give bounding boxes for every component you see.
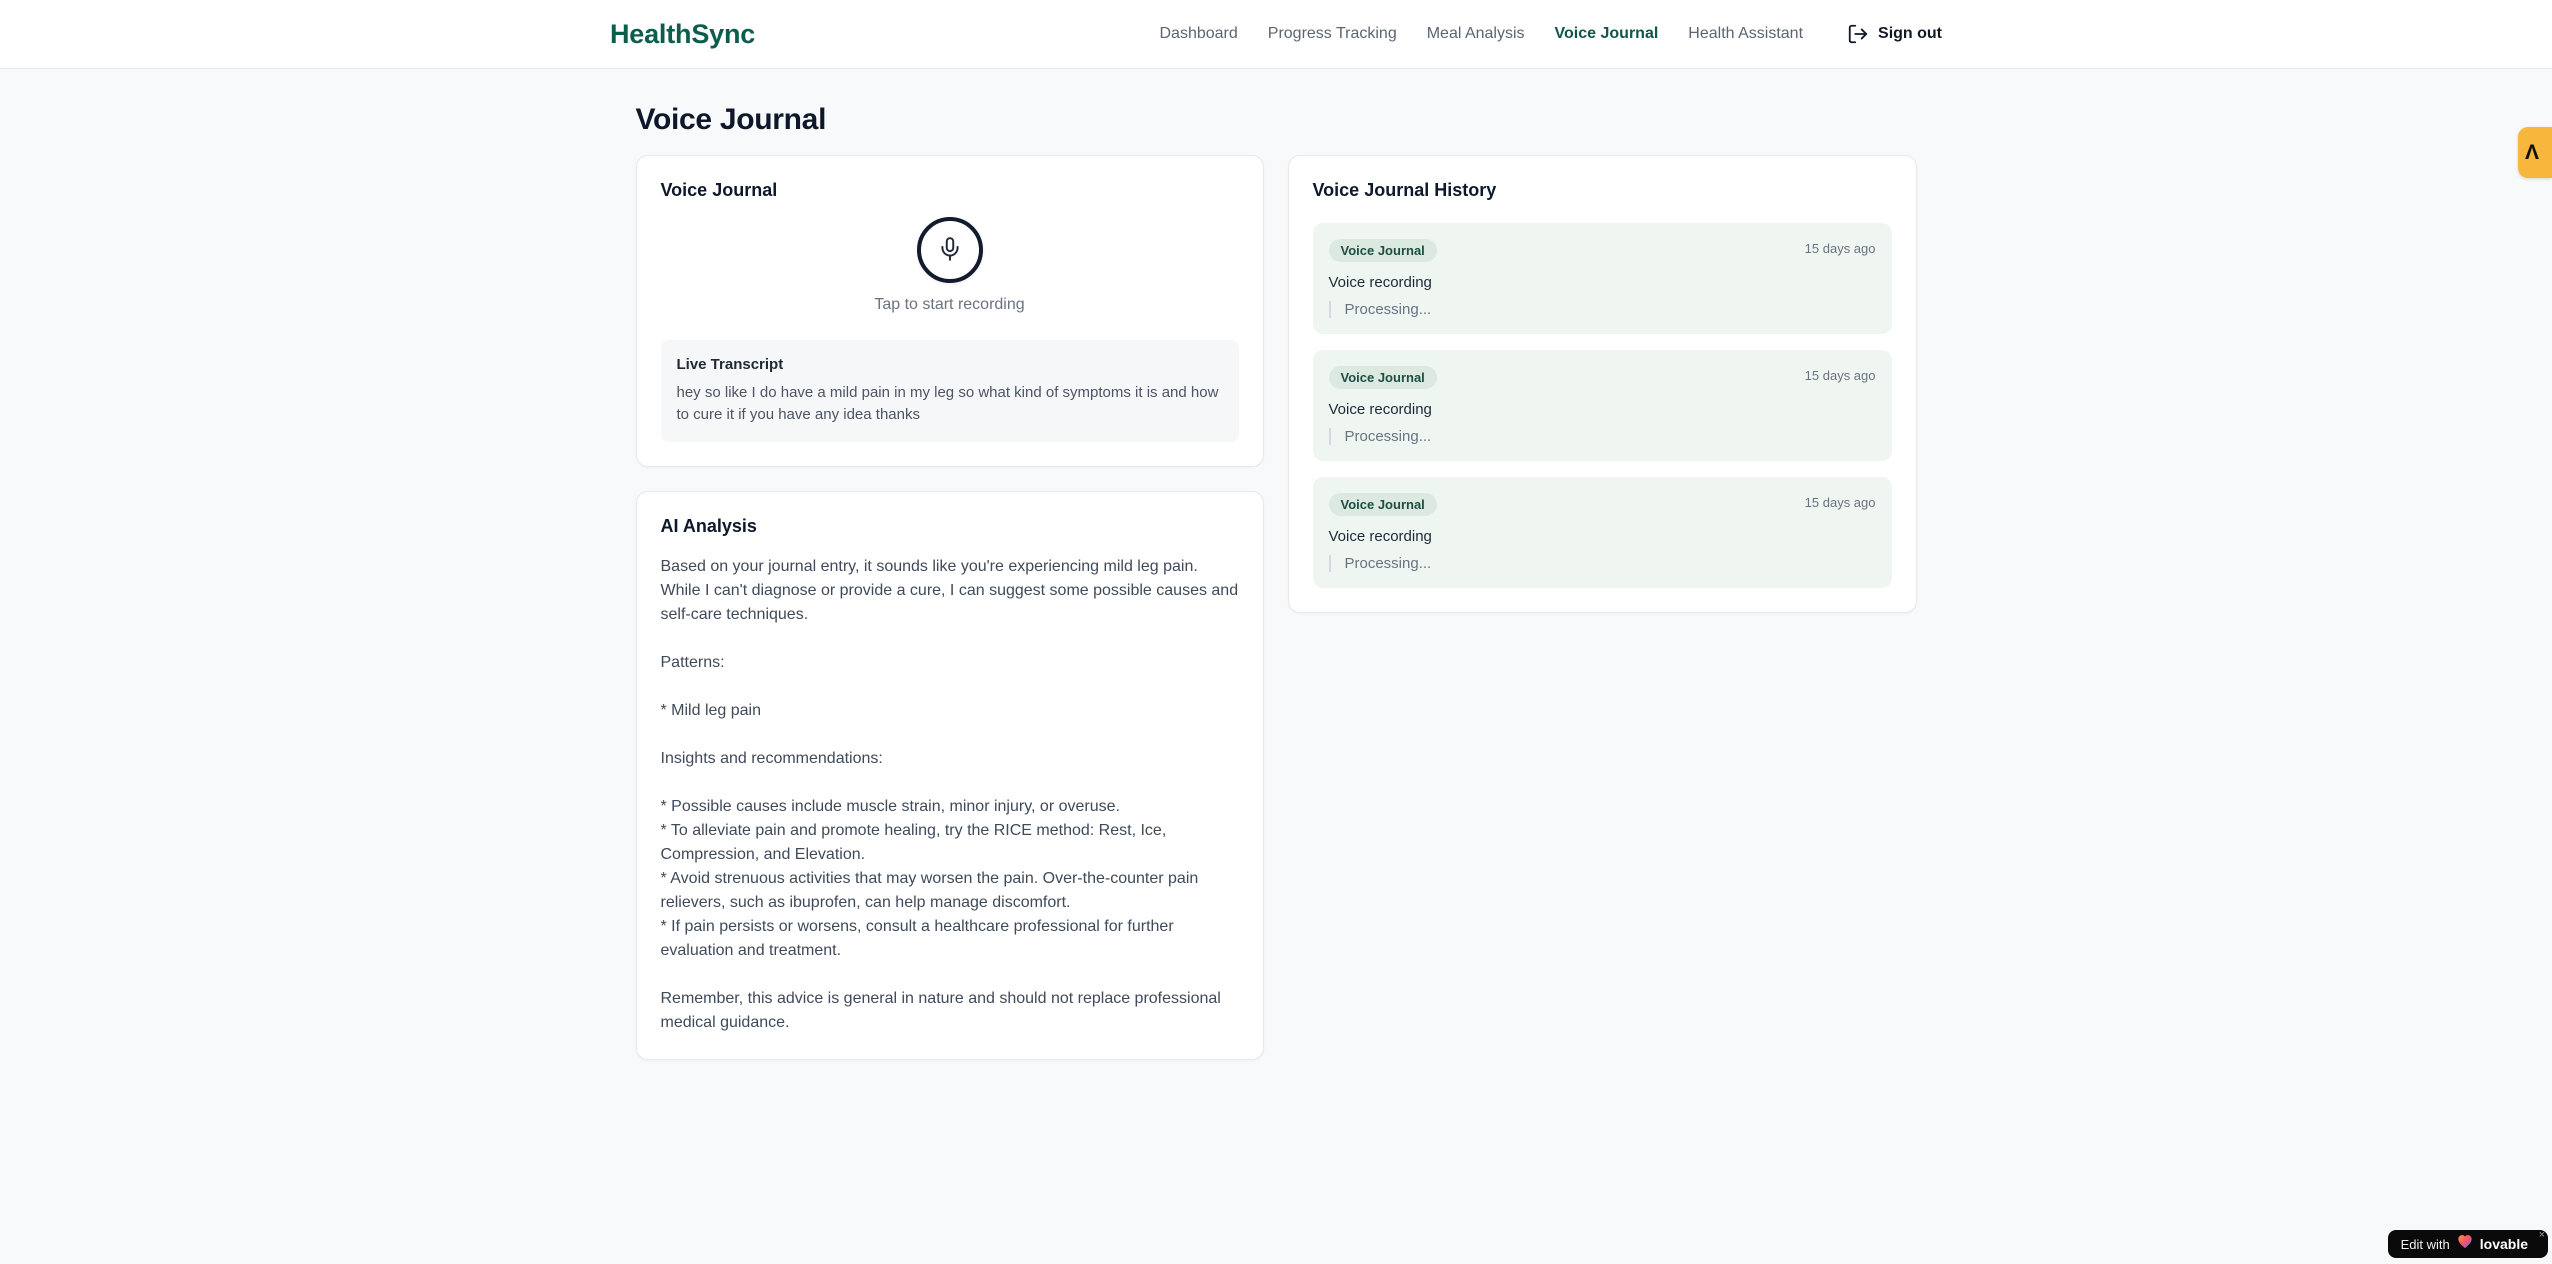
app-logo[interactable]: HealthSync [610, 19, 755, 50]
entry-title: Voice recording [1328, 274, 1432, 291]
entry-status: Processing... [1328, 555, 1876, 572]
lovable-side-badge[interactable]: Λ [2518, 127, 2552, 178]
ai-analysis-card: AI Analysis Based on your journal entry,… [635, 491, 1264, 1060]
close-icon[interactable]: × [2539, 1229, 2545, 1241]
history-card-title: Voice Journal History [1312, 180, 1497, 200]
entry-title: Voice recording [1328, 401, 1432, 418]
sign-out-label: Sign out [1878, 25, 1942, 42]
lovable-heart-icon [2457, 1234, 2473, 1254]
history-entry[interactable]: Voice Journal 15 days ago Voice recordin… [1312, 223, 1892, 334]
live-transcript-text: hey so like I do have a mild pain in my … [676, 384, 1219, 423]
left-column: Voice Journal Tap to start recording Liv… [635, 155, 1264, 1060]
top-nav-bar: HealthSync Dashboard Progress Tracking M… [0, 0, 2552, 69]
history-entry[interactable]: Voice Journal 15 days ago Voice recordin… [1312, 350, 1892, 461]
lovable-wordmark: lovable [2479, 1236, 2528, 1252]
edit-with-lovable-badge[interactable]: Edit with lovable × [2387, 1229, 2548, 1258]
tap-to-record-hint: Tap to start recording [874, 296, 1025, 313]
history-list: Voice Journal 15 days ago Voice recordin… [1312, 223, 1892, 588]
record-button[interactable] [916, 217, 983, 283]
ai-analysis-title: AI Analysis [660, 516, 757, 536]
entry-timestamp: 15 days ago [1804, 495, 1876, 510]
nav-item-dashboard[interactable]: Dashboard [1160, 25, 1238, 43]
voice-recorder-card: Voice Journal Tap to start recording Liv… [635, 155, 1264, 467]
ai-analysis-body: Based on your journal entry, it sounds l… [660, 558, 1239, 1031]
entry-status: Processing... [1328, 301, 1876, 318]
nav-item-progress-tracking[interactable]: Progress Tracking [1268, 25, 1397, 43]
entry-type-badge: Voice Journal [1328, 366, 1437, 389]
history-entry[interactable]: Voice Journal 15 days ago Voice recordin… [1312, 477, 1892, 588]
page-content: Voice Journal Voice Journal Tap to start… [635, 69, 1917, 1060]
recorder-card-title: Voice Journal [660, 180, 778, 200]
edit-with-label: Edit with [2400, 1236, 2450, 1252]
microphone-icon [937, 236, 963, 265]
entry-status: Processing... [1328, 428, 1876, 445]
entry-timestamp: 15 days ago [1804, 368, 1876, 383]
log-out-icon [1847, 23, 1869, 45]
right-column: Voice Journal History Voice Journal 15 d… [1287, 155, 1917, 613]
main-nav: Dashboard Progress Tracking Meal Analysi… [1160, 23, 1942, 45]
entry-type-badge: Voice Journal [1328, 239, 1437, 262]
nav-item-meal-analysis[interactable]: Meal Analysis [1427, 25, 1525, 43]
sign-out-button[interactable]: Sign out [1847, 23, 1942, 45]
nav-item-voice-journal[interactable]: Voice Journal [1555, 25, 1659, 43]
live-transcript-title: Live Transcript [676, 356, 784, 373]
entry-timestamp: 15 days ago [1804, 241, 1876, 256]
page-title: Voice Journal [635, 103, 827, 136]
voice-journal-history-card: Voice Journal History Voice Journal 15 d… [1287, 155, 1917, 613]
entry-type-badge: Voice Journal [1328, 493, 1437, 516]
entry-title: Voice recording [1328, 528, 1432, 545]
lovable-logo-icon: Λ [2525, 141, 2540, 164]
nav-item-health-assistant[interactable]: Health Assistant [1688, 25, 1803, 43]
live-transcript-box: Live Transcript hey so like I do have a … [660, 340, 1239, 442]
